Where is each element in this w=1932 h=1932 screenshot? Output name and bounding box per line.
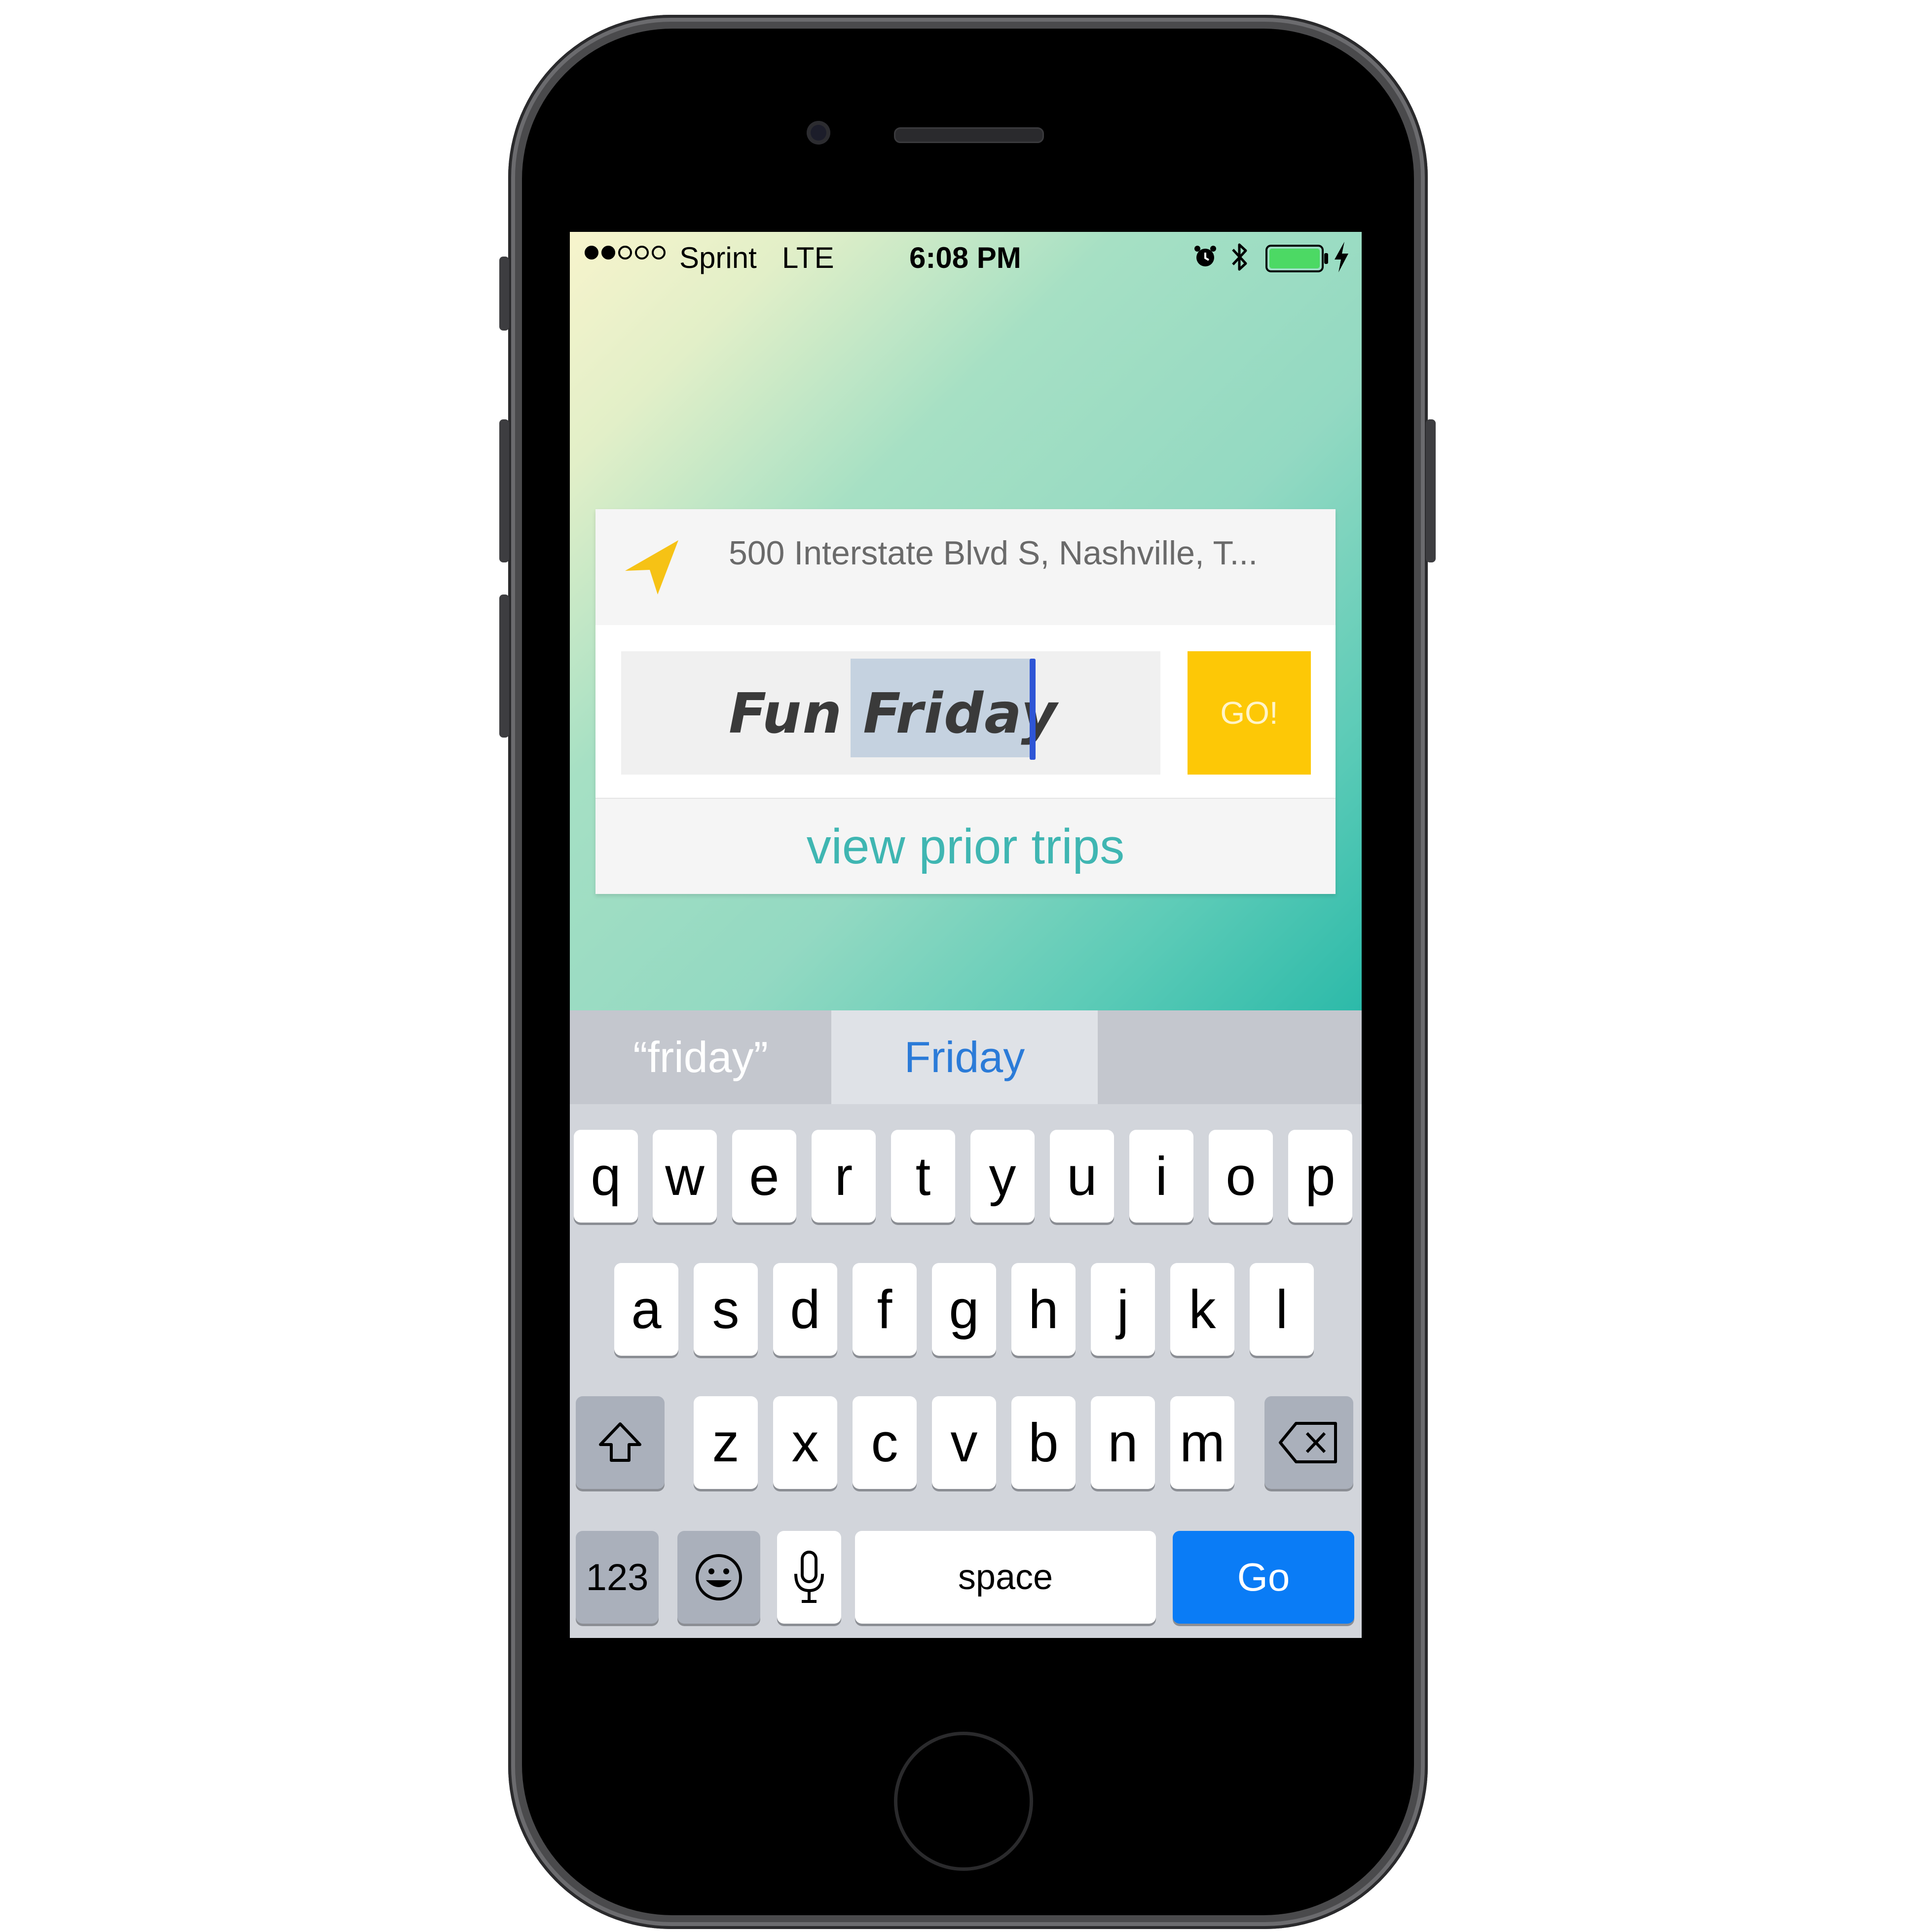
bluetooth-icon <box>1232 243 1247 271</box>
key-b[interactable]: b <box>1011 1396 1076 1489</box>
power-button <box>1426 419 1436 562</box>
key-g[interactable]: g <box>932 1263 996 1356</box>
volume-up-button <box>499 419 509 562</box>
key-h[interactable]: h <box>1011 1263 1076 1356</box>
app-background: Sprint LTE 6:08 PM 500 Interstate Blvd S… <box>570 232 1362 1010</box>
network-type: LTE <box>782 241 834 274</box>
delete-icon <box>1279 1422 1337 1463</box>
signal-dot <box>635 246 649 260</box>
earpiece-speaker <box>894 127 1044 143</box>
key-z[interactable]: z <box>694 1396 758 1489</box>
key-v[interactable]: v <box>932 1396 996 1489</box>
delete-key[interactable] <box>1264 1396 1353 1489</box>
key-r[interactable]: r <box>812 1130 876 1223</box>
signal-dot <box>585 246 598 260</box>
carrier-name: Sprint <box>679 241 757 274</box>
go-button[interactable]: GO! <box>1188 651 1311 775</box>
key-j[interactable]: j <box>1091 1263 1155 1356</box>
key-p[interactable]: p <box>1288 1130 1352 1223</box>
navigation-arrow-icon <box>625 540 678 594</box>
keyboard: q w e r t y u i o p a s d f g h j k l z … <box>570 1104 1362 1638</box>
key-u[interactable]: u <box>1050 1130 1114 1223</box>
key-s[interactable]: s <box>694 1263 758 1356</box>
emoji-icon <box>696 1554 742 1600</box>
text-cursor <box>1030 659 1036 760</box>
key-x[interactable]: x <box>773 1396 837 1489</box>
key-q[interactable]: q <box>574 1130 638 1223</box>
key-d[interactable]: d <box>773 1263 837 1356</box>
alarm-icon <box>1194 246 1216 266</box>
key-k[interactable]: k <box>1170 1263 1234 1356</box>
keyboard-go-key[interactable]: Go <box>1173 1531 1354 1624</box>
home-button[interactable] <box>894 1732 1033 1871</box>
space-key[interactable]: space <box>855 1531 1156 1624</box>
suggestion-literal[interactable]: “friday” <box>570 1010 831 1104</box>
signal-strength-icon <box>585 246 666 260</box>
key-f[interactable]: f <box>853 1263 917 1356</box>
microphone-key[interactable] <box>777 1531 841 1624</box>
suggestion-friday[interactable]: Friday <box>831 1010 1098 1104</box>
shift-icon <box>599 1422 641 1462</box>
charging-icon <box>1335 242 1348 272</box>
key-e[interactable]: e <box>732 1130 796 1223</box>
volume-down-button <box>499 594 509 738</box>
numbers-key[interactable]: 123 <box>576 1531 659 1624</box>
mute-switch <box>499 257 509 331</box>
key-c[interactable]: c <box>853 1396 917 1489</box>
predictive-bar: “friday” Friday <box>570 1010 1362 1104</box>
view-prior-trips-link[interactable]: view prior trips <box>595 798 1336 895</box>
signal-dot <box>652 246 666 260</box>
trip-name-input[interactable]: Fun Friday <box>621 651 1160 775</box>
key-i[interactable]: i <box>1129 1130 1193 1223</box>
current-location-row[interactable]: 500 Interstate Blvd S, Nashville, T... <box>595 509 1336 625</box>
screen: Sprint LTE 6:08 PM 500 Interstate Blvd S… <box>570 232 1362 1638</box>
trip-name-selected-word: Friday <box>863 682 1058 746</box>
key-t[interactable]: t <box>891 1130 955 1223</box>
key-o[interactable]: o <box>1209 1130 1273 1223</box>
status-bar: Sprint LTE 6:08 PM <box>570 232 1362 284</box>
key-w[interactable]: w <box>653 1130 717 1223</box>
signal-dot <box>601 246 615 260</box>
trip-name-text: Fun Friday <box>729 682 1058 746</box>
trip-input-row: Fun Friday GO! <box>595 625 1336 798</box>
microphone-icon <box>794 1551 824 1603</box>
shift-key[interactable] <box>576 1396 665 1489</box>
signal-dot <box>618 246 632 260</box>
battery-icon <box>1265 245 1328 272</box>
key-y[interactable]: y <box>970 1130 1035 1223</box>
emoji-key[interactable] <box>677 1531 760 1624</box>
trip-name-prefix: Fun <box>729 682 863 746</box>
front-camera <box>807 121 830 145</box>
status-time: 6:08 PM <box>909 241 1021 274</box>
key-a[interactable]: a <box>614 1263 678 1356</box>
trip-card: 500 Interstate Blvd S, Nashville, T... F… <box>595 509 1336 894</box>
key-m[interactable]: m <box>1170 1396 1234 1489</box>
key-l[interactable]: l <box>1250 1263 1314 1356</box>
key-n[interactable]: n <box>1091 1396 1155 1489</box>
current-address: 500 Interstate Blvd S, Nashville, T... <box>729 534 1258 572</box>
